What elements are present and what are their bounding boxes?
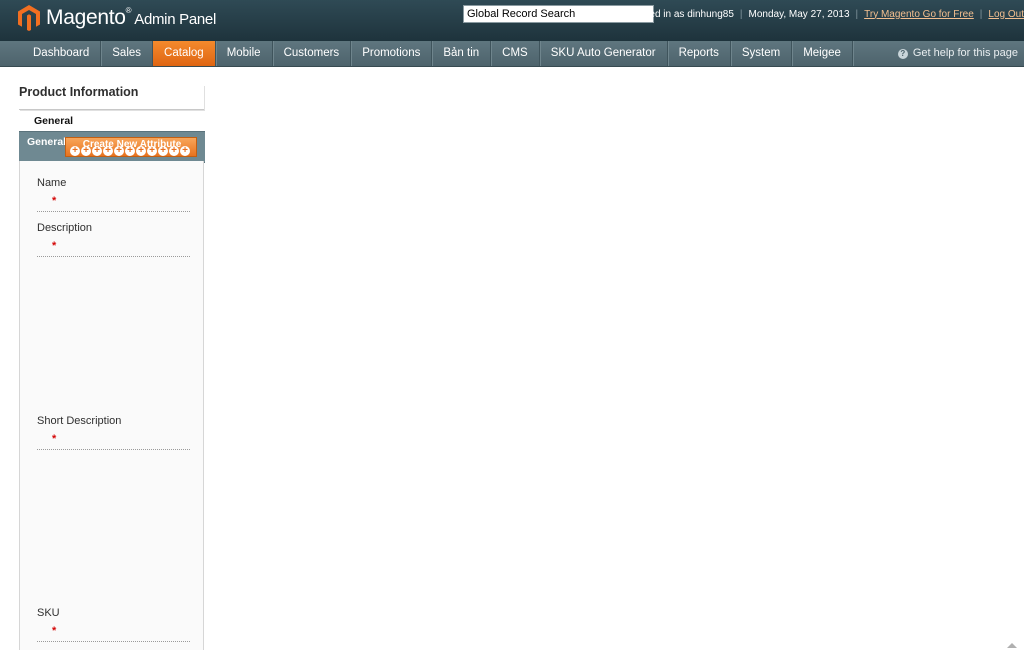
required-marker: * [52,433,57,445]
field-label-name: Name [37,177,67,189]
magento-logo[interactable]: Magento®Admin Panel [18,5,216,31]
plus-icon: + [81,146,91,156]
plus-icon: + [169,146,179,156]
plus-icon: + [114,146,124,156]
required-marker: * [52,240,57,252]
nav-menu: Dashboard Sales Catalog Mobile Customers… [22,41,853,66]
field-label-short-description: Short Description [37,415,122,427]
logout-link[interactable]: Log Out [988,9,1024,20]
plus-icon: + [136,146,146,156]
plus-icon: + [180,146,190,156]
field-divider [37,449,190,450]
field-divider [37,211,190,212]
nav-cms[interactable]: CMS [491,41,540,66]
separator: | [855,8,859,20]
nav-dashboard[interactable]: Dashboard [22,41,102,66]
section-title: General [27,136,67,148]
main-navigation: Dashboard Sales Catalog Mobile Customers… [0,41,1024,67]
brand-name: Magento®Admin Panel [46,6,216,29]
general-section-header: General Create New Attribute + + + + + +… [19,131,205,163]
separator: | [979,8,983,20]
magento-logo-icon [18,5,40,31]
scroll-up-icon[interactable] [1007,643,1017,648]
nav-mobile[interactable]: Mobile [216,41,273,66]
nav-system[interactable]: System [731,41,793,66]
separator: | [739,8,743,20]
nav-catalog[interactable]: Catalog [153,41,216,66]
help-label: Get help for this page [912,47,1018,59]
help-icon: ? [897,48,908,59]
try-magento-go-link[interactable]: Try Magento Go for Free [864,9,974,20]
nav-meigee[interactable]: Meigee [792,41,853,66]
plus-icon: + [70,146,80,156]
nav-promotions[interactable]: Promotions [351,41,433,66]
field-label-sku: SKU [37,607,60,619]
nav-customers[interactable]: Customers [273,41,352,66]
tab-general[interactable]: General [19,111,204,131]
plus-icon: + [103,146,113,156]
global-search-input[interactable] [463,5,654,23]
product-information-title: Product Information [19,85,204,110]
required-marker: * [52,195,57,207]
header-user-links: Logged in as dinhung85 | Monday, May 27,… [627,8,1024,20]
add-icons: + + + + + + + + + + + [70,146,190,156]
help-link[interactable]: ? Get help for this page [897,41,1018,66]
nav-sales[interactable]: Sales [101,41,154,66]
nav-newsletter[interactable]: Bản tin [432,41,492,66]
plus-icon: + [147,146,157,156]
field-divider [37,641,190,642]
attribute-form-panel [19,161,204,650]
admin-header: Magento®Admin Panel Logged in as dinhung… [0,0,1024,41]
nav-sku-auto-generator[interactable]: SKU Auto Generator [540,41,668,66]
plus-icon: + [125,146,135,156]
logged-in-text: Logged in as dinhung85 [627,8,734,20]
required-marker: * [52,625,57,637]
nav-reports[interactable]: Reports [668,41,731,66]
field-divider [37,256,190,257]
plus-icon: + [158,146,168,156]
field-label-description: Description [37,222,93,234]
create-new-attribute-button[interactable]: Create New Attribute + + + + + + + + + +… [65,137,197,157]
current-date: Monday, May 27, 2013 [748,8,850,20]
plus-icon: + [92,146,102,156]
